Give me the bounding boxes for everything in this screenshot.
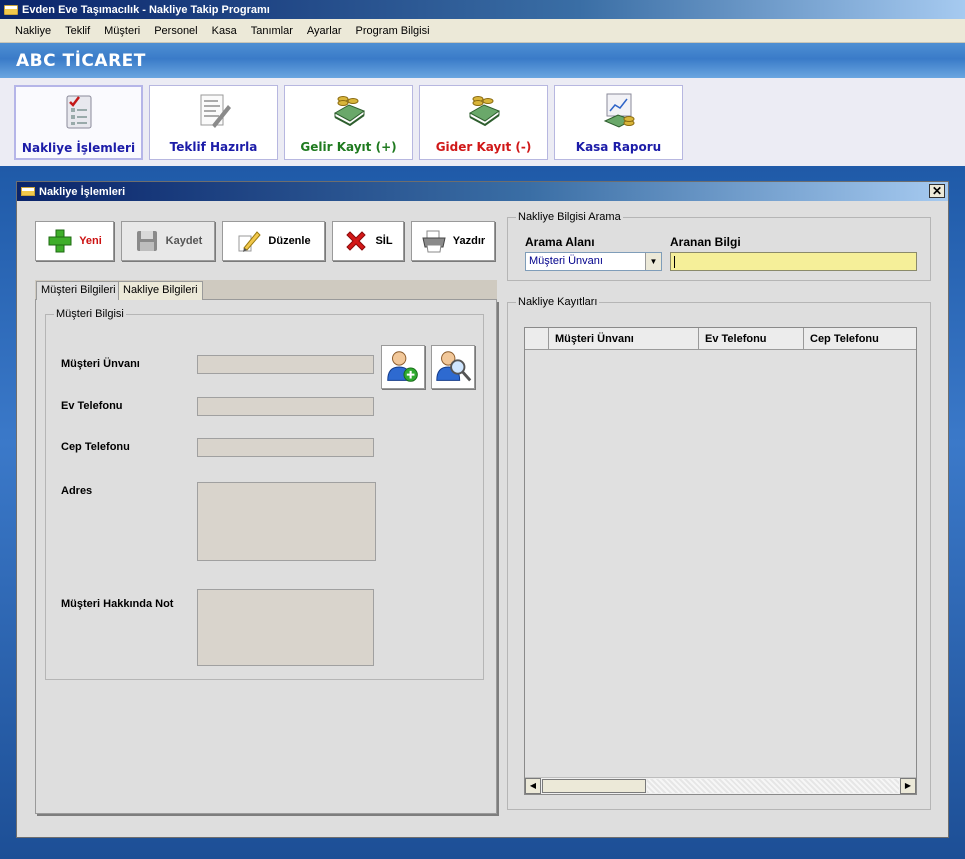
quick-gelir-kayit-button[interactable]: Gelir Kayıt (+) (284, 85, 413, 160)
menu-program-bilgisi[interactable]: Program Bilgisi (349, 25, 437, 37)
customer-name-field[interactable] (197, 355, 374, 374)
records-grid[interactable]: Müşteri Ünvanı Ev Telefonu Cep Telefonu … (524, 327, 917, 795)
records-group-legend: Nakliye Kayıtları (516, 296, 600, 308)
home-phone-field[interactable] (197, 397, 374, 416)
delete-button[interactable]: SİL (332, 221, 404, 261)
search-user-icon (436, 351, 472, 382)
app-title-bar: Evden Eve Taşımacılık - Nakliye Takip Pr… (0, 0, 965, 19)
app-title: Evden Eve Taşımacılık - Nakliye Takip Pr… (22, 3, 270, 16)
records-group: Nakliye Kayıtları Müşteri Ünvanı Ev Tele… (507, 296, 931, 810)
text-caret (674, 256, 675, 268)
delete-label: SİL (375, 235, 393, 247)
close-button[interactable]: ✕ (929, 184, 945, 198)
scroll-track[interactable] (647, 779, 899, 793)
save-label: Kaydet (165, 235, 203, 247)
tab-nakliye-bilgileri[interactable]: Nakliye Bilgileri (118, 281, 203, 300)
truck-window-icon (21, 187, 35, 196)
nakliye-islemleri-window: Nakliye İşlemleri ✕ Yeni Kaydet Düzenle … (16, 181, 949, 838)
plus-icon (48, 229, 72, 253)
money-coins-icon (333, 96, 365, 127)
truck-app-icon (4, 4, 18, 15)
edit-button[interactable]: Düzenle (222, 221, 325, 261)
menu-musteri[interactable]: Müşteri (97, 25, 147, 37)
customer-info-legend: Müşteri Bilgisi (54, 308, 126, 320)
address-label: Adres (61, 485, 93, 497)
quick-label: Teklif Hazırla (169, 140, 258, 154)
search-value-label: Aranan Bilgi (670, 235, 741, 249)
money-coins-icon (468, 96, 500, 127)
save-button[interactable]: Kaydet (121, 221, 215, 261)
company-banner: ABC TİCARET (0, 43, 965, 78)
add-user-icon (387, 351, 418, 382)
quick-label: Gider Kayıt (-) (435, 140, 532, 154)
quick-nakliye-islemleri-button[interactable]: Nakliye İşlemleri (14, 85, 143, 160)
scroll-left-arrow-icon[interactable]: ◀ (525, 778, 541, 794)
scroll-thumb[interactable] (542, 779, 646, 793)
search-group: Nakliye Bilgisi Arama Arama Alanı Aranan… (507, 211, 931, 281)
quick-label: Gelir Kayıt (+) (300, 140, 397, 154)
customer-tab-page: Müşteri Bilgisi Müşteri Ünvanı Ev Telefo… (35, 300, 497, 814)
grid-header: Müşteri Ünvanı Ev Telefonu Cep Telefonu (525, 328, 916, 350)
menu-nakliye[interactable]: Nakliye (8, 25, 58, 37)
menu-tanimlar[interactable]: Tanımlar (244, 25, 300, 37)
column-header-home-phone[interactable]: Ev Telefonu (699, 328, 804, 350)
print-label: Yazdır (452, 235, 486, 247)
customer-info-group: Müşteri Bilgisi Müşteri Ünvanı Ev Telefo… (45, 308, 484, 680)
tab-strip: Müşteri Bilgileri Nakliye Bilgileri (35, 280, 497, 301)
add-customer-button[interactable] (381, 345, 425, 389)
search-field-label: Arama Alanı (525, 235, 595, 249)
search-value-input[interactable] (670, 252, 917, 271)
search-field-select[interactable]: Müşteri Ünvanı ▼ (525, 252, 662, 271)
report-chart-icon (603, 93, 634, 128)
menu-personel[interactable]: Personel (147, 25, 204, 37)
floppy-disk-icon (136, 231, 157, 251)
home-phone-label: Ev Telefonu (61, 400, 123, 412)
pencil-paper-icon (238, 231, 262, 252)
search-group-legend: Nakliye Bilgisi Arama (516, 211, 623, 223)
printer-icon (422, 230, 446, 253)
customer-name-label: Müşteri Ünvanı (61, 358, 140, 370)
scroll-right-arrow-icon[interactable]: ▶ (900, 778, 916, 794)
checklist-icon (66, 95, 91, 129)
quick-label: Nakliye İşlemleri (21, 141, 136, 155)
chevron-down-icon[interactable]: ▼ (645, 253, 661, 270)
row-selector-header (525, 328, 549, 350)
red-x-icon (346, 231, 367, 251)
menu-teklif[interactable]: Teklif (58, 25, 97, 37)
horizontal-scrollbar[interactable]: ◀ ▶ (525, 777, 916, 794)
mobile-phone-label: Cep Telefonu (61, 441, 130, 453)
column-header-mobile-phone[interactable]: Cep Telefonu (804, 328, 914, 350)
mobile-phone-field[interactable] (197, 438, 374, 457)
customer-note-label: Müşteri Hakkında Not (61, 598, 174, 610)
search-field-selected: Müşteri Ünvanı (529, 255, 603, 267)
menu-kasa[interactable]: Kasa (205, 25, 244, 37)
search-customer-button[interactable] (431, 345, 475, 389)
child-title: Nakliye İşlemleri (39, 185, 126, 198)
column-header-customer-name[interactable]: Müşteri Ünvanı (549, 328, 699, 350)
new-label: Yeni (79, 235, 102, 247)
document-pen-icon (200, 94, 231, 128)
tab-musteri-bilgileri[interactable]: Müşteri Bilgileri (36, 281, 121, 301)
child-title-bar: Nakliye İşlemleri ✕ (17, 182, 948, 201)
menu-ayarlar[interactable]: Ayarlar (300, 25, 349, 37)
new-button[interactable]: Yeni (35, 221, 114, 261)
edit-label: Düzenle (268, 235, 311, 247)
address-field[interactable] (197, 482, 376, 561)
menu-bar: Nakliye Teklif Müşteri Personel Kasa Tan… (0, 19, 965, 43)
quick-access-bar: Nakliye İşlemleri Teklif Hazırla Gelir K… (0, 78, 965, 166)
quick-label: Kasa Raporu (575, 140, 662, 154)
customer-note-field[interactable] (197, 589, 374, 666)
company-name: ABC TİCARET (16, 50, 146, 71)
print-button[interactable]: Yazdır (411, 221, 495, 261)
quick-teklif-hazirla-button[interactable]: Teklif Hazırla (149, 85, 278, 160)
quick-gider-kayit-button[interactable]: Gider Kayıt (-) (419, 85, 548, 160)
quick-kasa-raporu-button[interactable]: Kasa Raporu (554, 85, 683, 160)
